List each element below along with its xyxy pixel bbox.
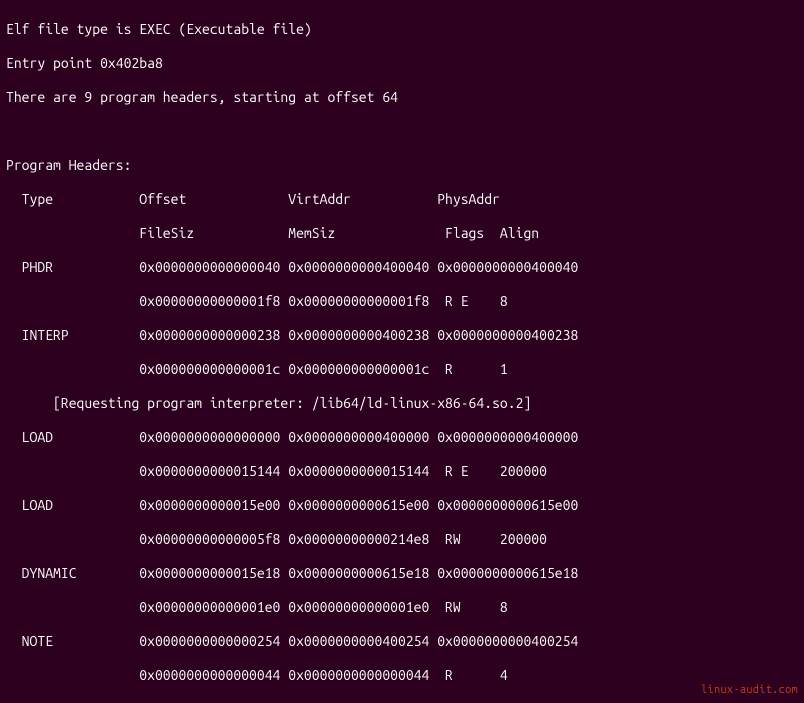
column-header-1: Type Offset VirtAddr PhysAddr bbox=[6, 191, 798, 208]
column-header-2: FileSiz MemSiz Flags Align bbox=[6, 225, 798, 242]
note-row-b: 0x0000000000000044 0x0000000000000044 R … bbox=[6, 667, 798, 684]
phdr-row-b: 0x00000000000001f8 0x00000000000001f8 R … bbox=[6, 293, 798, 310]
interp-row-a: INTERP 0x0000000000000238 0x000000000040… bbox=[6, 327, 798, 344]
program-headers-title: Program Headers: bbox=[6, 157, 798, 174]
dynamic-row-b: 0x00000000000001e0 0x00000000000001e0 RW… bbox=[6, 599, 798, 616]
note-row-a: NOTE 0x0000000000000254 0x00000000004002… bbox=[6, 633, 798, 650]
watermark: linux-audit.com bbox=[701, 682, 798, 699]
header-count: There are 9 program headers, starting at… bbox=[6, 89, 798, 106]
dynamic-row-a: DYNAMIC 0x0000000000015e18 0x00000000006… bbox=[6, 565, 798, 582]
interp-note: [Requesting program interpreter: /lib64/… bbox=[6, 395, 798, 412]
load1-row-b: 0x0000000000015144 0x0000000000015144 R … bbox=[6, 463, 798, 480]
load2-row-b: 0x00000000000005f8 0x00000000000214e8 RW… bbox=[6, 531, 798, 548]
elf-file-type: Elf file type is EXEC (Executable file) bbox=[6, 21, 798, 38]
phdr-row-a: PHDR 0x0000000000000040 0x00000000004000… bbox=[6, 259, 798, 276]
entry-point: Entry point 0x402ba8 bbox=[6, 55, 798, 72]
load2-row-a: LOAD 0x0000000000015e00 0x0000000000615e… bbox=[6, 497, 798, 514]
interp-row-b: 0x000000000000001c 0x000000000000001c R … bbox=[6, 361, 798, 378]
blank-line bbox=[6, 123, 798, 140]
terminal-output: Elf file type is EXEC (Executable file) … bbox=[0, 0, 804, 703]
load1-row-a: LOAD 0x0000000000000000 0x00000000004000… bbox=[6, 429, 798, 446]
